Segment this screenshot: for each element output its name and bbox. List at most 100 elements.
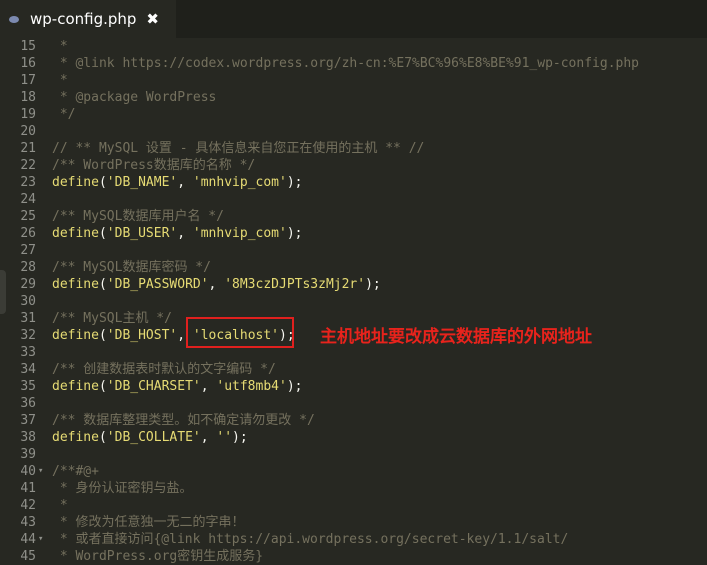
- code-text: define('DB_USER', 'mnhvip_com');: [52, 225, 302, 242]
- tab-wp-config[interactable]: wp-config.php ✖: [0, 0, 176, 38]
- line-number: 44: [20, 532, 36, 547]
- highlight-box: [186, 317, 294, 348]
- code-token: );: [286, 379, 303, 394]
- code-line[interactable]: 26 define('DB_USER', 'mnhvip_com');: [0, 225, 707, 242]
- code-text: * 修改为任意独一无二的字串！: [52, 514, 245, 531]
- line-number: 32: [20, 328, 36, 343]
- code-line[interactable]: 20: [0, 123, 707, 140]
- code-text: define('DB_PASSWORD', '8M3czDJPTs3zMj2r'…: [52, 276, 381, 293]
- code-token: 'utf8mb4': [216, 379, 287, 394]
- code-line[interactable]: 37 /** 数据库整理类型。如不确定请勿更改 */: [0, 412, 707, 429]
- code-line[interactable]: 41 * 身份认证密钥与盐。: [0, 480, 707, 497]
- code-line[interactable]: 45 * WordPress.org密钥生成服务}: [0, 548, 707, 565]
- code-line[interactable]: 17 *: [0, 72, 707, 89]
- code-token: ,: [177, 226, 193, 241]
- code-token: * @package WordPress: [52, 90, 217, 105]
- code-token: ,: [177, 175, 193, 190]
- code-line[interactable]: 34 /** 创建数据表时默认的文字编码 */: [0, 361, 707, 378]
- code-line[interactable]: 22 /** WordPress数据库的名称 */: [0, 157, 707, 174]
- code-text: /** MySQL主机 */: [52, 310, 172, 327]
- fold-arrow-icon[interactable]: ▾: [38, 463, 43, 480]
- code-text: */: [52, 106, 76, 123]
- code-token: */: [52, 107, 76, 122]
- code-line[interactable]: 43 * 修改为任意独一无二的字串！: [0, 514, 707, 531]
- code-line[interactable]: 29 define('DB_PASSWORD', '8M3czDJPTs3zMj2…: [0, 276, 707, 293]
- code-line[interactable]: 19 */: [0, 106, 707, 123]
- line-number: 34: [20, 362, 36, 377]
- line-number: 42: [20, 498, 36, 513]
- code-text: *: [52, 497, 68, 514]
- line-number: 17: [20, 73, 36, 88]
- code-text: /** MySQL数据库用户名 */: [52, 208, 224, 225]
- code-token: * 修改为任意独一无二的字串！: [52, 515, 245, 530]
- code-text: define('DB_COLLATE', '');: [52, 429, 248, 446]
- fold-arrow-icon[interactable]: ▾: [38, 531, 43, 548]
- line-number: 29: [20, 277, 36, 292]
- code-line[interactable]: 15 *: [0, 38, 707, 55]
- line-number: 23: [20, 175, 36, 190]
- code-line[interactable]: 39: [0, 446, 707, 463]
- code-line[interactable]: 44 ▾ * 或者直接访问{@link https://api.wordpress…: [0, 531, 707, 548]
- code-line[interactable]: 18 * @package WordPress: [0, 89, 707, 106]
- code-line[interactable]: 40 ▾ /**#@+: [0, 463, 707, 480]
- code-text: * @link https://codex.wordpress.org/zh-c…: [52, 55, 639, 72]
- line-number: 16: [20, 56, 36, 71]
- code-line[interactable]: 16 * @link https://codex.wordpress.org/z…: [0, 55, 707, 72]
- code-line[interactable]: 21 // ** MySQL 设置 - 具体信息来自您正在使用的主机 ** //: [0, 140, 707, 157]
- line-number: 26: [20, 226, 36, 241]
- code-token: /** 创建数据表时默认的文字编码 */: [52, 362, 276, 377]
- code-editor[interactable]: 15 * 16 * @link https://codex.wordpress.o…: [0, 38, 707, 565]
- code-token: define: [52, 277, 99, 292]
- code-line[interactable]: 23 define('DB_NAME', 'mnhvip_com');: [0, 174, 707, 191]
- code-token: /** WordPress数据库的名称 */: [52, 158, 256, 173]
- code-token: /** MySQL数据库用户名 */: [52, 209, 224, 224]
- code-token: 'mnhvip_com': [192, 226, 287, 241]
- code-text: * @package WordPress: [52, 89, 217, 106]
- line-number: 37: [20, 413, 36, 428]
- code-token: *: [52, 39, 68, 54]
- code-token: 'DB_CHARSET': [106, 379, 201, 394]
- code-token: (: [98, 430, 107, 445]
- code-token: 'DB_USER': [106, 226, 178, 241]
- code-text: * 或者直接访问{@link https://api.wordpress.org…: [52, 531, 568, 548]
- code-token: /** MySQL数据库密码 */: [52, 260, 211, 275]
- code-token: define: [52, 328, 99, 343]
- code-token: * @link https://codex.wordpress.org/zh-c…: [52, 56, 639, 71]
- code-token: /**#@+: [52, 464, 99, 479]
- line-number: 39: [20, 447, 36, 462]
- line-number: 35: [20, 379, 36, 394]
- code-line[interactable]: 27: [0, 242, 707, 259]
- code-line[interactable]: 25 /** MySQL数据库用户名 */: [0, 208, 707, 225]
- code-token: '8M3czDJPTs3zMj2r': [224, 277, 366, 292]
- code-token: * 或者直接访问{@link https://api.wordpress.org…: [52, 532, 569, 547]
- line-number: 24: [20, 192, 36, 207]
- code-line[interactable]: 35 define('DB_CHARSET', 'utf8mb4');: [0, 378, 707, 395]
- code-line[interactable]: 28 /** MySQL数据库密码 */: [0, 259, 707, 276]
- code-token: * 身份认证密钥与盐。: [52, 481, 193, 496]
- line-number: 21: [20, 141, 36, 156]
- code-token: (: [98, 277, 107, 292]
- line-number: 30: [20, 294, 36, 309]
- close-icon[interactable]: ✖: [146, 10, 159, 28]
- line-number: 38: [20, 430, 36, 445]
- line-number: 41: [20, 481, 36, 496]
- code-text: define('DB_CHARSET', 'utf8mb4');: [52, 378, 302, 395]
- code-token: 'DB_COLLATE': [106, 430, 201, 445]
- code-line[interactable]: 30: [0, 293, 707, 310]
- tab-title: wp-config.php: [30, 10, 137, 28]
- code-token: 'DB_PASSWORD': [106, 277, 209, 292]
- code-token: );: [365, 277, 381, 292]
- code-line[interactable]: 38 define('DB_COLLATE', '');: [0, 429, 707, 446]
- code-line[interactable]: 42 *: [0, 497, 707, 514]
- code-token: ,: [200, 430, 217, 445]
- line-number: 36: [20, 396, 36, 411]
- code-token: ,: [200, 379, 217, 394]
- code-token: );: [286, 226, 303, 241]
- code-line[interactable]: 36: [0, 395, 707, 412]
- code-token: (: [98, 226, 107, 241]
- line-number: 28: [20, 260, 36, 275]
- code-text: *: [52, 72, 68, 89]
- line-number: 25: [20, 209, 36, 224]
- code-line[interactable]: 24: [0, 191, 707, 208]
- code-token: // ** MySQL 设置 - 具体信息来自您正在使用的主机 ** //: [52, 141, 425, 156]
